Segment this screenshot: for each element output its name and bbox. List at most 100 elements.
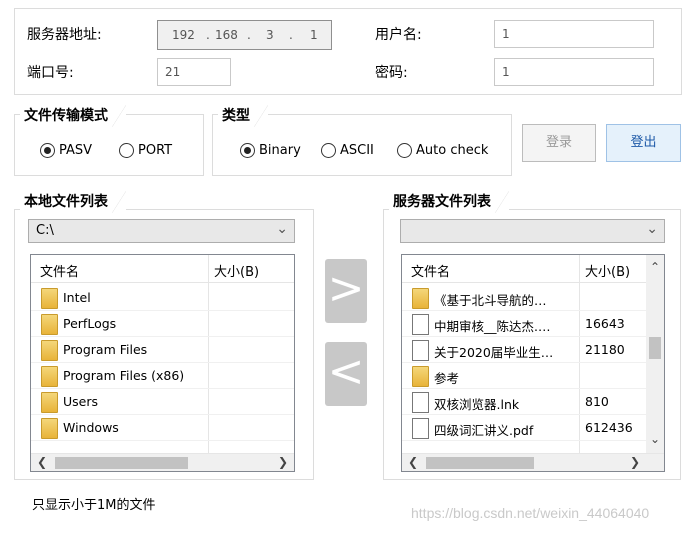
remote-row-size: 21180 — [585, 342, 625, 357]
remote-row-name: 四级词汇讲义.pdf — [434, 423, 534, 438]
scroll-up-icon[interactable]: ⌃ — [650, 259, 660, 276]
remote-row-name: 《基于北斗导航的… — [434, 293, 547, 308]
local-hscroll-thumb[interactable] — [55, 457, 188, 469]
local-row[interactable]: Windows — [31, 415, 294, 441]
password-field[interactable]: 1 — [494, 58, 654, 86]
remote-vscroll-thumb[interactable] — [649, 337, 661, 359]
ip-octet-4: 1 — [310, 28, 318, 42]
username-label: 用户名: — [375, 27, 422, 43]
ip-octet-3: 3 — [266, 28, 274, 42]
download-arrow-button[interactable]: < — [325, 342, 367, 406]
radio-port-label: PORT — [138, 142, 173, 158]
remote-file-list[interactable]: 文件名 大小(B) 《基于北斗导航的… 中期审核__陈达杰.… 16643 关于202… — [401, 254, 665, 472]
server-address-label: 服务器地址: — [27, 27, 102, 43]
folder-icon — [41, 366, 58, 387]
remote-list-header: 文件名 大小(B) — [402, 255, 664, 283]
radio-port-indicator — [119, 142, 134, 158]
ip-dot-1: . — [206, 28, 210, 42]
folder-icon — [41, 314, 58, 335]
radio-pasv[interactable]: PASV — [40, 141, 92, 159]
radio-auto-check-label: Auto check — [416, 142, 489, 158]
remote-row-name: 中期审核__陈达杰.… — [434, 319, 551, 334]
radio-ascii-label: ASCII — [340, 142, 374, 158]
local-file-title: 本地文件列表 — [20, 191, 126, 213]
remote-row[interactable]: 《基于北斗导航的… — [402, 285, 646, 311]
scroll-left-icon[interactable]: ❮ — [37, 454, 47, 471]
file-icon — [412, 418, 429, 439]
remote-hscroll-thumb[interactable] — [426, 457, 534, 469]
local-row[interactable]: Intel — [31, 285, 294, 311]
remote-row[interactable]: 参考 — [402, 363, 646, 389]
ip-octet-1: 192 — [172, 28, 195, 42]
remote-file-title: 服务器文件列表 — [389, 191, 509, 213]
server-ip-field[interactable]: 192 . 168 . 3 . 1 — [157, 20, 332, 50]
remote-row[interactable]: 中期审核__陈达杰.… 16643 — [402, 311, 646, 337]
radio-binary-indicator — [240, 142, 255, 158]
radio-ascii[interactable]: ASCII — [321, 141, 374, 159]
local-row-name: Program Files (x86) — [63, 368, 185, 383]
local-path-combo[interactable]: C:\ ⌄ — [28, 219, 295, 243]
watermark-text: https://blog.csdn.net/weixin_44064040 — [411, 505, 650, 521]
scroll-left-icon[interactable]: ❮ — [408, 454, 418, 471]
port-field[interactable]: 21 — [157, 58, 231, 86]
remote-row-name: 双核浏览器.lnk — [434, 397, 520, 412]
local-row-name: Users — [63, 394, 99, 409]
local-col-name[interactable]: 文件名 — [40, 261, 79, 280]
ip-dot-2: . — [247, 28, 251, 42]
local-row-name: Program Files — [63, 342, 148, 357]
local-row[interactable]: Program Files (x86) — [31, 363, 294, 389]
remote-row-name: 关于2020届毕业生… — [434, 345, 554, 360]
local-row-name: Windows — [63, 420, 119, 435]
scroll-right-icon[interactable]: ❯ — [278, 454, 288, 471]
remote-row[interactable]: 关于2020届毕业生… 21180 — [402, 337, 646, 363]
file-icon — [412, 340, 429, 361]
radio-ascii-indicator — [321, 142, 336, 158]
type-title: 类型 — [218, 105, 268, 127]
folder-icon — [41, 418, 58, 439]
radio-pasv-label: PASV — [59, 142, 93, 158]
local-row[interactable]: Users — [31, 389, 294, 415]
username-field[interactable]: 1 — [494, 20, 654, 48]
local-row[interactable]: Program Files — [31, 337, 294, 363]
folder-icon — [41, 288, 58, 309]
local-row[interactable]: PerfLogs — [31, 311, 294, 337]
folder-icon — [41, 392, 58, 413]
remote-row[interactable]: 双核浏览器.lnk 810 — [402, 389, 646, 415]
local-col-size[interactable]: 大小(B) — [214, 261, 259, 280]
port-label: 端口号: — [27, 65, 74, 81]
ip-dot-3: . — [289, 28, 293, 42]
file-icon — [412, 314, 429, 335]
logout-button[interactable]: 登出 — [606, 124, 681, 162]
chevron-down-icon: ⌄ — [646, 221, 658, 237]
scroll-right-icon[interactable]: ❯ — [630, 454, 640, 471]
remote-hscrollbar[interactable]: ❮ ❯ — [402, 453, 664, 471]
remote-row-size: 612436 — [585, 420, 633, 435]
remote-row-name: 参考 — [434, 371, 460, 386]
folder-icon — [41, 340, 58, 361]
remote-vscrollbar[interactable]: ⌃ ⌄ — [646, 255, 664, 453]
radio-auto-check[interactable]: Auto check — [397, 141, 488, 159]
upload-arrow-button[interactable]: > — [325, 259, 367, 323]
remote-row-size: 16643 — [585, 316, 625, 331]
radio-auto-check-indicator — [397, 142, 412, 158]
remote-col-size[interactable]: 大小(B) — [585, 261, 630, 280]
scroll-down-icon[interactable]: ⌄ — [650, 431, 660, 448]
radio-binary[interactable]: Binary — [240, 141, 301, 159]
remote-col-name[interactable]: 文件名 — [411, 261, 450, 280]
local-row-name: PerfLogs — [63, 316, 117, 331]
chevron-down-icon: ⌄ — [276, 221, 288, 237]
local-row-name: Intel — [63, 290, 91, 305]
file-icon — [412, 392, 429, 413]
folder-icon — [412, 288, 429, 309]
login-button[interactable]: 登录 — [522, 124, 596, 162]
remote-path-combo[interactable]: ⌄ — [400, 219, 665, 243]
radio-binary-label: Binary — [259, 142, 301, 158]
radio-port[interactable]: PORT — [119, 141, 172, 159]
password-label: 密码: — [375, 65, 408, 81]
folder-icon — [412, 366, 429, 387]
transfer-mode-title: 文件传输模式 — [20, 105, 126, 127]
size-limit-note: 只显示小于1M的文件 — [32, 498, 156, 513]
local-file-list[interactable]: 文件名 大小(B) Intel PerfLogs Program Files Prog… — [30, 254, 295, 472]
local-hscrollbar[interactable]: ❮ ❯ — [31, 453, 294, 471]
remote-row[interactable]: 四级词汇讲义.pdf 612436 — [402, 415, 646, 441]
